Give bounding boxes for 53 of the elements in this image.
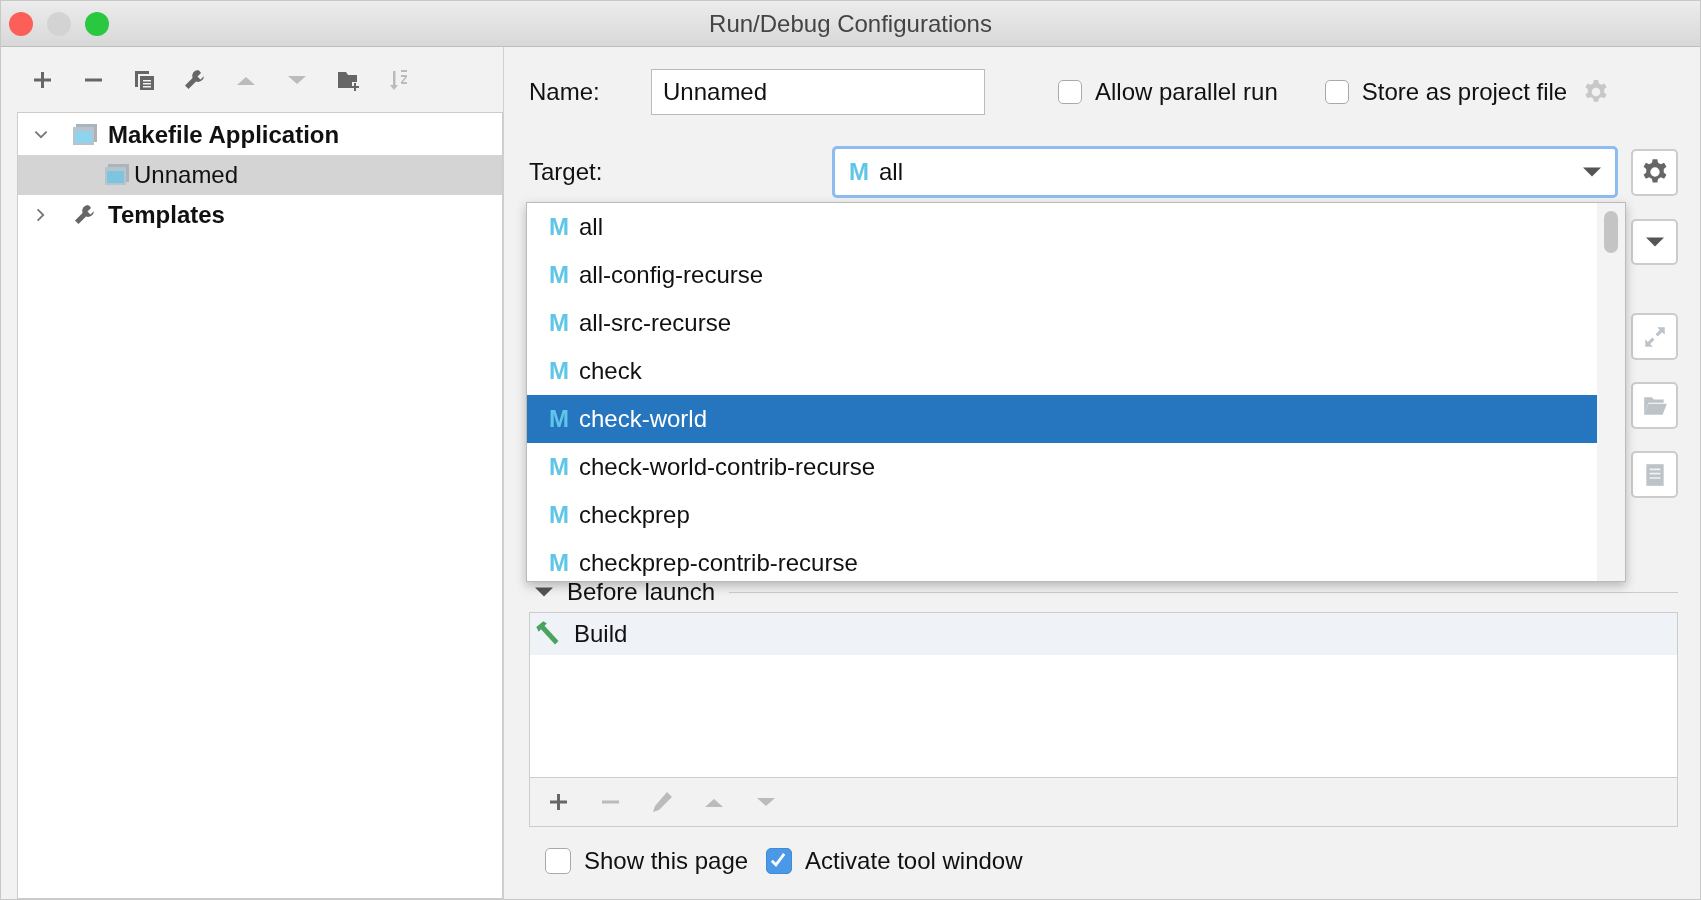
makefile-icon: M	[549, 549, 569, 577]
folder-button[interactable]	[1631, 382, 1678, 429]
makefile-icon: M	[549, 261, 569, 289]
makefile-icon: M	[849, 158, 869, 186]
checkbox[interactable]	[1324, 80, 1349, 104]
window-icon	[104, 163, 130, 187]
checkbox-label: Store as project file	[1361, 78, 1568, 106]
name-field[interactable]: Unnamed	[651, 69, 985, 115]
window-title: Run/Debug Configurations	[709, 9, 992, 38]
caret-icon	[1583, 166, 1601, 178]
document-button[interactable]	[1631, 451, 1678, 498]
tree-item[interactable]: Templates	[18, 195, 502, 235]
checkbox-label: Show this page	[584, 847, 749, 875]
menu-item[interactable]: M all	[527, 203, 1597, 251]
menu-item[interactable]: M all-config-recurse	[527, 251, 1597, 299]
makefile-icon: M	[549, 501, 569, 529]
makefile-icon: M	[549, 309, 569, 337]
menu-item[interactable]: M checkprep	[527, 491, 1597, 539]
tree-item[interactable]: Makefile Application	[18, 115, 502, 155]
task-item[interactable]: Build	[530, 613, 1677, 655]
tree-item[interactable]: Unnamed	[18, 155, 502, 195]
menu-item[interactable]: M check-world-contrib-recurse	[527, 443, 1597, 491]
checkbox-label: Activate tool window	[805, 847, 1023, 875]
collapse-icon[interactable]	[535, 586, 553, 598]
wrench-icon[interactable]	[183, 67, 207, 92]
expand-button[interactable]	[1631, 313, 1678, 360]
menu-item[interactable]: M checkprep-contrib-recurse	[527, 539, 1597, 581]
target-label: Target:	[529, 158, 604, 186]
target-dropdown[interactable]: M all	[832, 146, 1618, 198]
menu-item[interactable]: M all-src-recurse	[527, 299, 1597, 347]
caret-icon	[1645, 236, 1664, 248]
makefile-icon: M	[549, 453, 569, 481]
scrollbar-thumb[interactable]	[1604, 211, 1618, 253]
tree-label: Makefile Application	[108, 121, 340, 149]
makefile-icon: M	[549, 405, 569, 433]
checkbox[interactable]	[766, 848, 793, 874]
makefile-icon: M	[549, 213, 569, 241]
name-label: Name:	[529, 78, 601, 106]
checkbox[interactable]	[545, 848, 571, 874]
menu-item[interactable]: M check-world	[527, 395, 1597, 443]
menu-item[interactable]: M check	[527, 347, 1597, 395]
section-title: Before launch	[567, 578, 716, 606]
dropdown-button[interactable]	[1631, 219, 1678, 265]
pencil-icon[interactable]	[650, 790, 674, 814]
close-button[interactable]	[9, 11, 33, 36]
checkbox[interactable]	[1058, 80, 1082, 104]
checkbox-label: Allow parallel run	[1095, 78, 1278, 106]
zoom-button[interactable]	[85, 11, 109, 36]
settings-button[interactable]	[1631, 148, 1678, 196]
makefile-icon: M	[549, 357, 569, 385]
tree-label: Unnamed	[134, 161, 239, 189]
tree-label: Templates	[108, 201, 225, 229]
window-icon	[72, 123, 98, 147]
